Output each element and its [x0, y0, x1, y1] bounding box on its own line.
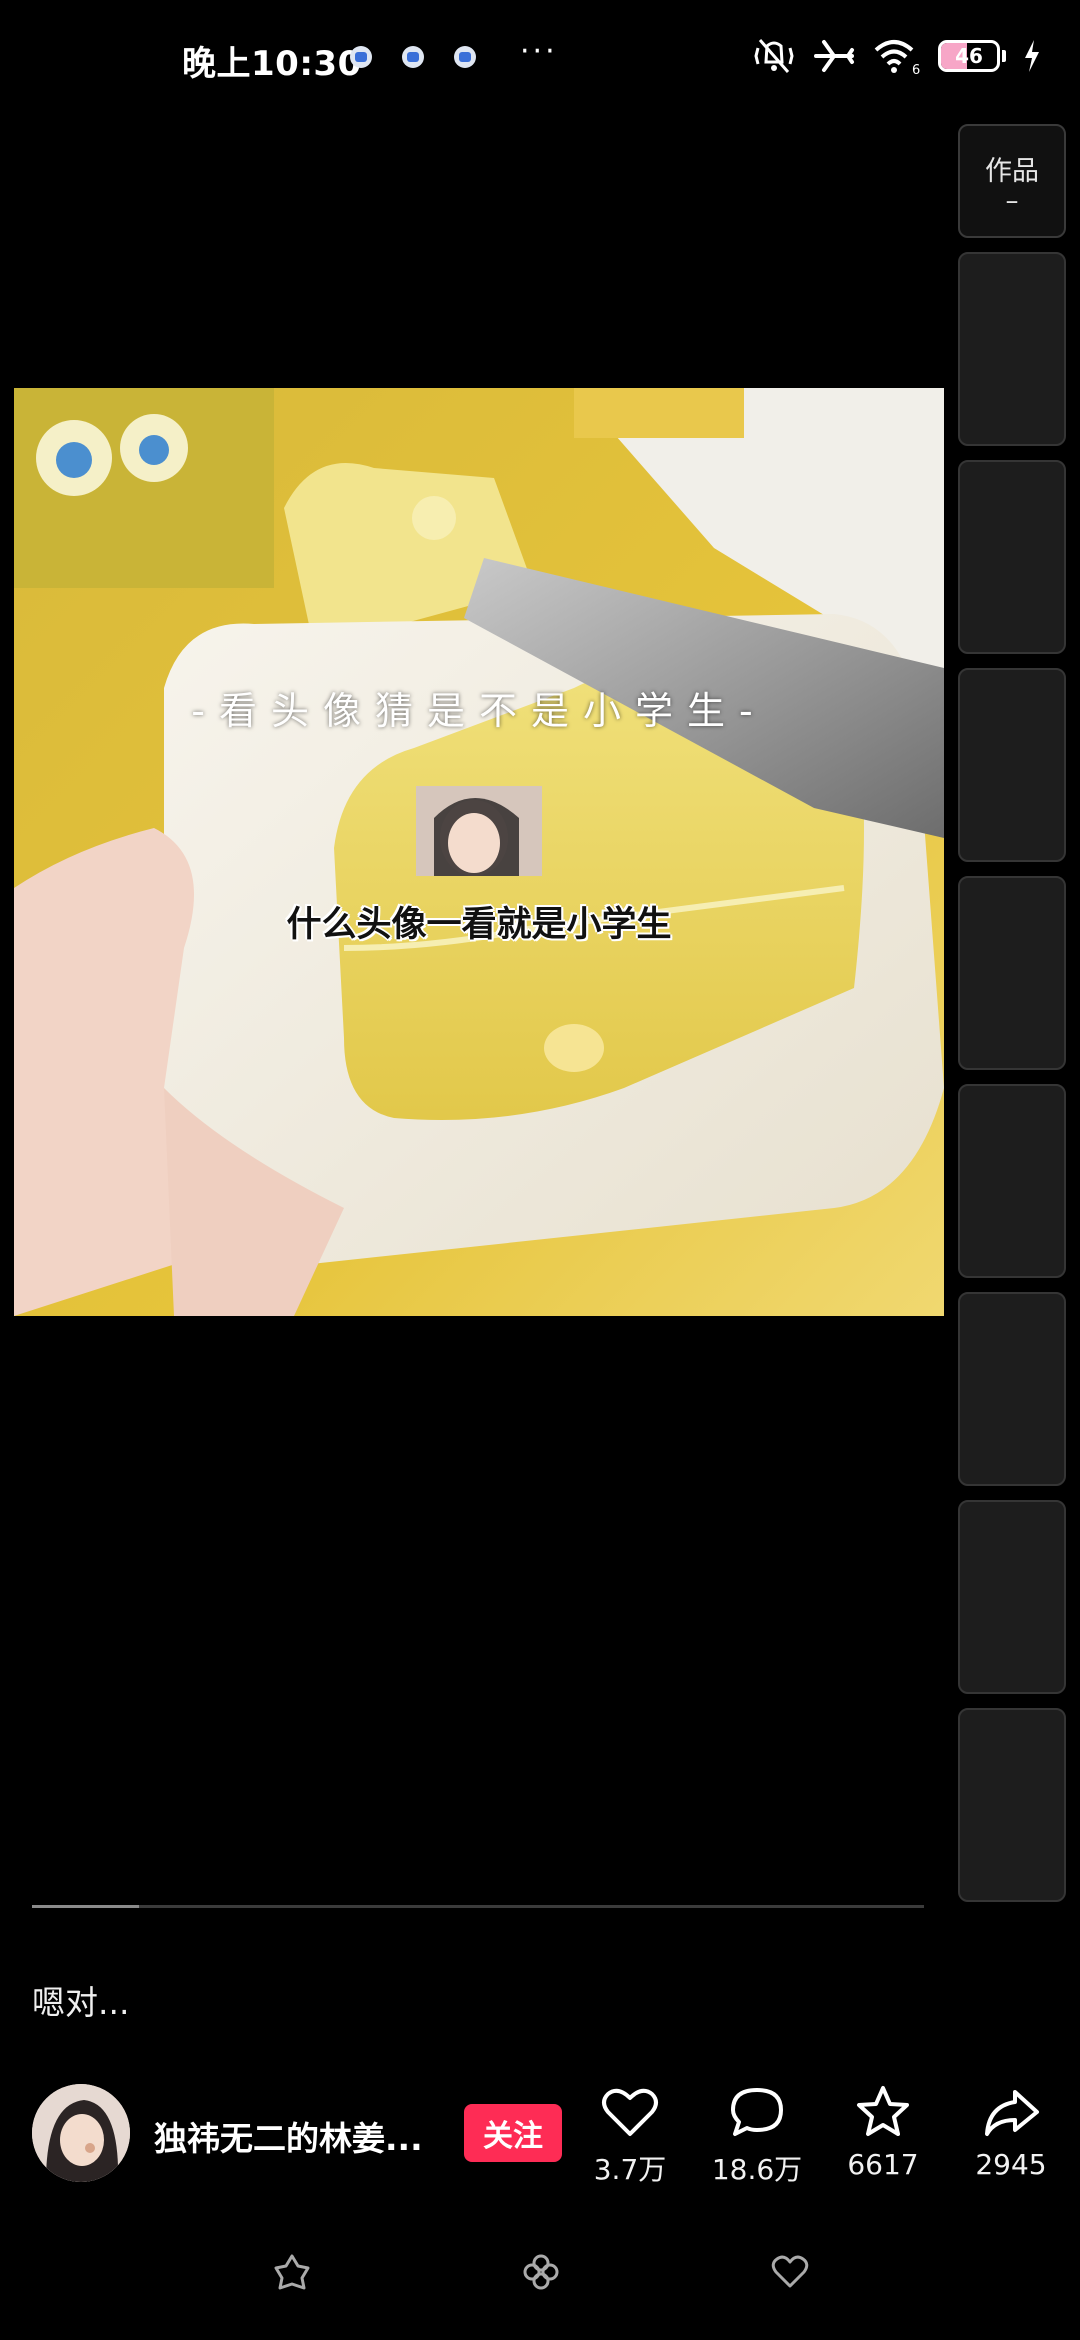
works-side-panel: 作品 – [958, 124, 1066, 1902]
charging-icon [1025, 40, 1039, 72]
favorite-button[interactable]: 6617 [823, 2082, 943, 2181]
share-icon [985, 2090, 1039, 2136]
notification-icons: ··· [350, 34, 558, 69]
wifi-generation-label: 6 [912, 63, 920, 76]
vibrate-off-icon [754, 39, 794, 73]
share-button[interactable]: 2945 [951, 2082, 1071, 2181]
works-tab[interactable]: 作品 – [958, 124, 1066, 238]
star-icon [857, 2086, 909, 2136]
author-avatar[interactable] [32, 2084, 130, 2182]
video-frame-image [14, 388, 944, 1316]
battery-indicator: 46 [938, 40, 1006, 72]
works-tab-dash: – [1005, 185, 1019, 216]
work-thumbnail[interactable] [958, 668, 1066, 862]
video-player[interactable]: -看头像猜是不是小学生- 什么头像一看就是小学生 [14, 388, 944, 1316]
bottom-navigation [0, 2252, 1080, 2292]
work-thumbnail[interactable] [958, 1500, 1066, 1694]
battery-percentage: 46 [955, 44, 983, 68]
video-caption-bottom: 什么头像一看就是小学生 [286, 905, 672, 945]
comment-icon [731, 2088, 783, 2136]
wifi-icon: 6 [874, 40, 920, 76]
work-thumbnail[interactable] [958, 460, 1066, 654]
video-progress-fill [32, 1905, 140, 1908]
app-notification-icon [350, 45, 372, 68]
comment-button[interactable]: 18.6万 [697, 2082, 817, 2188]
heart-nav-icon[interactable] [770, 2252, 810, 2292]
work-thumbnail[interactable] [958, 1708, 1066, 1902]
app-notification-icon [402, 45, 424, 68]
favorite-count: 6617 [847, 2148, 919, 2181]
video-caption-top: -看头像猜是不是小学生- [191, 689, 767, 733]
follow-button[interactable]: 关注 [464, 2104, 562, 2162]
work-thumbnail[interactable] [958, 1292, 1066, 1486]
more-notifications-icon: ··· [520, 34, 558, 69]
heart-icon [602, 2088, 658, 2136]
system-icons: 6 46 [752, 36, 1042, 76]
video-progress-bar[interactable] [32, 1905, 924, 1908]
clover-icon[interactable] [521, 2252, 561, 2292]
share-count: 2945 [975, 2148, 1047, 2181]
comment-count: 18.6万 [711, 2153, 803, 2186]
flower-icon[interactable] [272, 2252, 312, 2292]
like-count: 3.7万 [593, 2153, 667, 2186]
clock: 晚上10:30 [182, 44, 362, 84]
airplane-mode-icon [814, 40, 854, 72]
work-thumbnail[interactable] [958, 876, 1066, 1070]
work-thumbnail[interactable] [958, 1084, 1066, 1278]
like-button[interactable]: 3.7万 [570, 2082, 690, 2188]
work-thumbnail[interactable] [958, 252, 1066, 446]
video-description: 嗯对... [32, 1983, 130, 2022]
status-bar: 晚上10:30 ··· 6 46 [0, 0, 1080, 120]
author-username[interactable]: 独祎无二的林姜... [154, 2112, 454, 2160]
app-notification-icon [454, 45, 476, 68]
works-tab-label: 作品 [985, 155, 1039, 187]
